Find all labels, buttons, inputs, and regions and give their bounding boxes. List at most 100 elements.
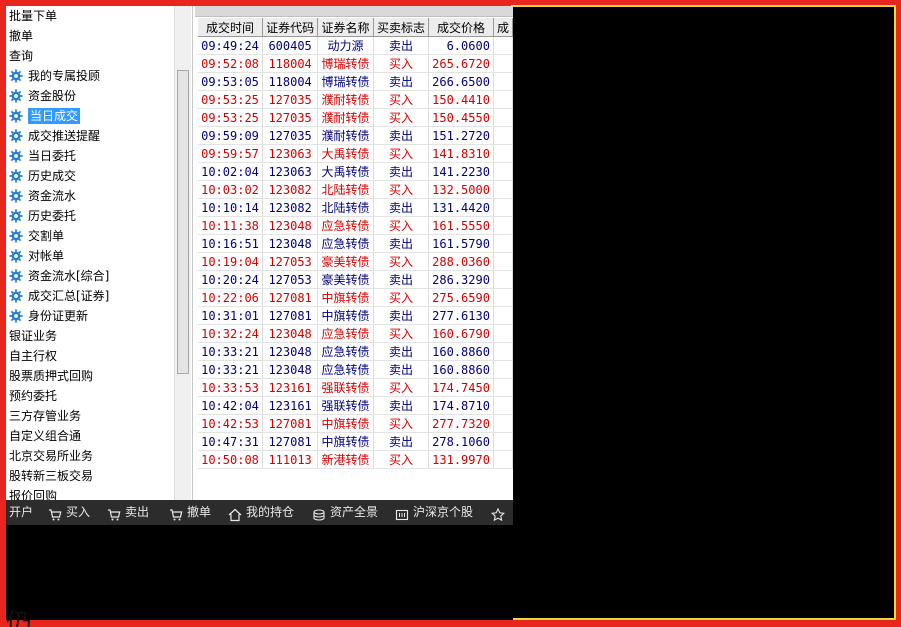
gear-icon [9,209,23,223]
cell-code: 127081 [262,306,319,325]
sidebar-item[interactable]: 对帐单 [6,246,176,266]
sidebar: 批量下单 撤单 查询我的专属投顾资金股份 当日成交成交推送提醒当日委托历史成交资金流水… [6,6,193,503]
toolbar-button[interactable]: 撤单 [169,500,211,525]
sidebar-item-label: 历史成交 [28,169,77,183]
cell-name: 濮耐转债 [317,90,374,109]
toolbar-button[interactable]: 我的持仓 [228,500,294,525]
sidebar-item-label: 我的专属投顾 [28,69,101,83]
cell-truncated [493,252,514,271]
toolbar-button[interactable] [490,500,509,525]
toolbar-button[interactable]: 开户 [9,500,33,525]
sidebar-item-label: 资金流水[综合] [28,269,110,283]
table-row[interactable]: 10:16:51 123048 应急转债 卖出 161.5790 [198,234,514,253]
table-row[interactable]: 09:52:08 118004 博瑞转债 买入 265.6720 [198,54,514,73]
column-header[interactable]: 买卖标志 [373,18,430,37]
cell-price: 275.6590 [428,288,494,307]
cell-price: 160.6790 [428,324,494,343]
toolbar-button[interactable]: 沪深京个股 [395,500,473,525]
table-row[interactable]: 10:42:53 127081 中旗转债 买入 277.7320 [198,414,514,433]
cell-name: 应急转债 [317,360,374,379]
table-row[interactable]: 10:19:04 127053 豪美转债 买入 288.0360 [198,252,514,271]
sidebar-item[interactable]: 资金股份 [6,86,176,106]
cell-side: 买入 [373,288,430,307]
toolbar-button[interactable]: 资产全景 [312,500,378,525]
column-header[interactable]: 证券名称 [317,18,374,37]
sidebar-item[interactable]: 交割单 [6,226,176,246]
table-row[interactable]: 10:32:24 123048 应急转债 买入 160.6790 [198,324,514,343]
column-header[interactable]: 成交价格 [428,18,494,37]
table-row[interactable]: 10:02:04 123063 大禹转债 卖出 141.2230 [198,162,514,181]
sidebar-item[interactable]: 成交汇总[证券] [6,286,176,306]
column-header[interactable]: 成交时间 [198,18,263,37]
table-row[interactable]: 09:53:25 127035 濮耐转债 买入 150.4550 [198,108,514,127]
sidebar-scrollbar[interactable] [174,6,191,500]
table-row[interactable]: 09:59:09 127035 濮耐转债 卖出 151.2720 [198,126,514,145]
sidebar-item[interactable]: 资金流水[综合] [6,266,176,286]
table-row[interactable]: 10:42:04 123161 强联转债 卖出 174.8710 [198,396,514,415]
table-row[interactable]: 10:20:24 127053 豪美转债 卖出 286.3290 [198,270,514,289]
sidebar-item[interactable]: 当日成交 [6,106,176,126]
cell-code: 123048 [262,216,319,235]
cell-code: 111013 [262,450,319,469]
table-row[interactable]: 10:22:06 127081 中旗转债 买入 275.6590 [198,288,514,307]
sidebar-item-label: 成交推送提醒 [28,129,101,143]
gear-icon [9,289,23,303]
sidebar-item[interactable]: 当日委托 [6,146,176,166]
table-row[interactable]: 09:53:25 127035 濮耐转债 买入 150.4410 [198,90,514,109]
table-row[interactable]: 10:47:31 127081 中旗转债 卖出 278.1060 [198,432,514,451]
sidebar-item[interactable]: 我的专属投顾 [6,66,176,86]
cell-side: 买入 [373,252,430,271]
cell-price: 174.8710 [428,396,494,415]
cell-truncated [493,234,514,253]
sidebar-item[interactable]: 成交推送提醒 [6,126,176,146]
sidebar-item[interactable]: 股票质押式回购 [6,366,176,386]
table-row[interactable]: 10:33:53 123161 强联转债 买入 174.7450 [198,378,514,397]
sidebar-item[interactable]: 股转新三板交易 [6,466,176,486]
cell-time: 10:11:38 [198,216,263,235]
sidebar-item[interactable]: 自定义组合通 [6,426,176,446]
table-row[interactable]: 10:31:01 127081 中旗转债 卖出 277.6130 [198,306,514,325]
column-header[interactable]: 成 [493,18,514,37]
sidebar-item[interactable]: 资金流水 [6,186,176,206]
cell-time: 10:02:04 [198,162,263,181]
cell-truncated [493,360,514,379]
table-row[interactable]: 10:11:38 123048 应急转债 买入 161.5550 [198,216,514,235]
scrollbar-thumb[interactable] [177,70,189,374]
sidebar-item[interactable]: 银证业务 [6,326,176,346]
sidebar-item[interactable]: 批量下单 [6,6,176,26]
sidebar-item[interactable]: 查询 [6,46,176,66]
cell-side: 买入 [373,414,430,433]
sidebar-item[interactable]: 历史委托 [6,206,176,226]
cell-truncated [493,72,514,91]
toolbar-button[interactable]: 卖出 [107,500,149,525]
table-row[interactable]: 10:50:08 111013 新港转债 买入 131.9970 [198,450,514,469]
cell-code: 123082 [262,198,319,217]
sidebar-item[interactable]: 三方存管业务 [6,406,176,426]
cell-name: 大禹转债 [317,162,374,181]
sidebar-item[interactable]: 撤单 [6,26,176,46]
toolbar-button[interactable]: 买入 [48,500,90,525]
table-row[interactable]: 10:33:21 123048 应急转债 卖出 160.8860 [198,342,514,361]
cell-time: 09:59:09 [198,126,263,145]
cell-side: 卖出 [373,432,430,451]
cell-price: 265.6720 [428,54,494,73]
table-row[interactable]: 09:49:24 600405 动力源 卖出 6.0600 [198,36,514,55]
table-row[interactable]: 10:33:21 123048 应急转债 卖出 160.8860 [198,360,514,379]
cell-side: 卖出 [373,360,430,379]
cell-name: 中旗转债 [317,414,374,433]
table-row[interactable]: 09:59:57 123063 大禹转债 买入 141.8310 [198,144,514,163]
table-row[interactable]: 10:03:02 123082 北陆转债 买入 132.5000 [198,180,514,199]
sidebar-item-label: 自主行权 [9,349,58,363]
sidebar-item[interactable]: 北京交易所业务 [6,446,176,466]
sidebar-item[interactable]: 自主行权 [6,346,176,366]
column-header[interactable]: 证券代码 [262,18,319,37]
sidebar-item[interactable]: 历史成交 [6,166,176,186]
table-row[interactable]: 10:10:14 123082 北陆转债 卖出 131.4420 [198,198,514,217]
cell-truncated [493,36,514,55]
cell-time: 10:50:08 [198,450,263,469]
trades-table: 成交时间 证券代码 证券名称 买卖标志 成交价格成 09:49:24 600405 动力源卖… [198,18,514,469]
sidebar-item[interactable]: 身份证更新 [6,306,176,326]
table-row[interactable]: 09:53:05 118004 博瑞转债 卖出 266.6500 [198,72,514,91]
cell-truncated [493,90,514,109]
sidebar-item[interactable]: 预约委托 [6,386,176,406]
